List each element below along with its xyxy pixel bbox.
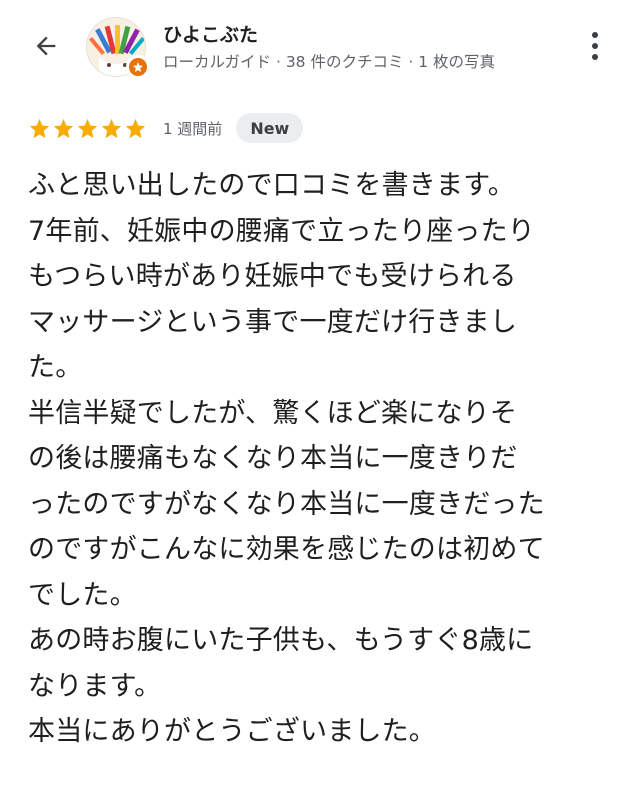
more-options-button[interactable]	[580, 26, 610, 66]
new-badge: New	[236, 113, 304, 143]
review-text-line: ふと思い出したので口コミを書きます。	[28, 170, 515, 201]
review-text-line: マッサージという事で一度だけ行きまし	[28, 306, 518, 338]
local-guide-star-icon	[126, 55, 150, 79]
rating-row: 1 週間前 New	[28, 112, 304, 144]
review-text-line: の後は腰痛もなくなり本当に一度きりだ	[28, 443, 518, 474]
back-button[interactable]	[26, 26, 66, 66]
star-icon	[124, 117, 147, 140]
review-text-line: のですがこんなに効果を感じたのは初めて	[28, 534, 545, 565]
review-text: ふと思い出したので口コミを書きます。 7年前、妊娠中の腰痛で立ったり座ったり もつら…	[28, 163, 618, 755]
review-text-line: 7年前、妊娠中の腰痛で立ったり座ったり	[28, 215, 535, 247]
arrow-back-icon	[36, 36, 56, 56]
reviewer-meta: ローカルガイド · 38 件のクチコミ · 1 枚の写真	[163, 53, 496, 71]
review-text-line: 本当にありがとうございました。	[28, 716, 436, 747]
review-text-line: 半信半疑でしたが、驚くほど楽になりそ	[28, 397, 518, 429]
review-text-line: なります。	[28, 670, 162, 702]
review-text-line: た。	[28, 352, 83, 383]
star-icon	[52, 117, 75, 140]
review-text-line: ったのですがなくなり本当に一度きだった	[28, 488, 545, 520]
more-vert-icon	[592, 32, 598, 60]
star-rating	[28, 117, 147, 140]
review-text-line: あの時お腹にいた子供も、もうすぐ8歳に	[28, 625, 534, 656]
review-text-line: もつらい時があり妊娠中でも受けられる	[28, 261, 517, 292]
star-icon	[28, 117, 51, 140]
review-text-line: でした。	[28, 579, 137, 611]
avatar[interactable]	[86, 17, 150, 79]
star-icon	[100, 117, 123, 140]
star-icon	[76, 117, 99, 140]
reviewer-name[interactable]: ひよこぶた	[163, 20, 258, 47]
review-header: ひよこぶた ローカルガイド · 38 件のクチコミ · 1 枚の写真	[0, 0, 640, 100]
review-date: 1 週間前	[163, 119, 223, 138]
